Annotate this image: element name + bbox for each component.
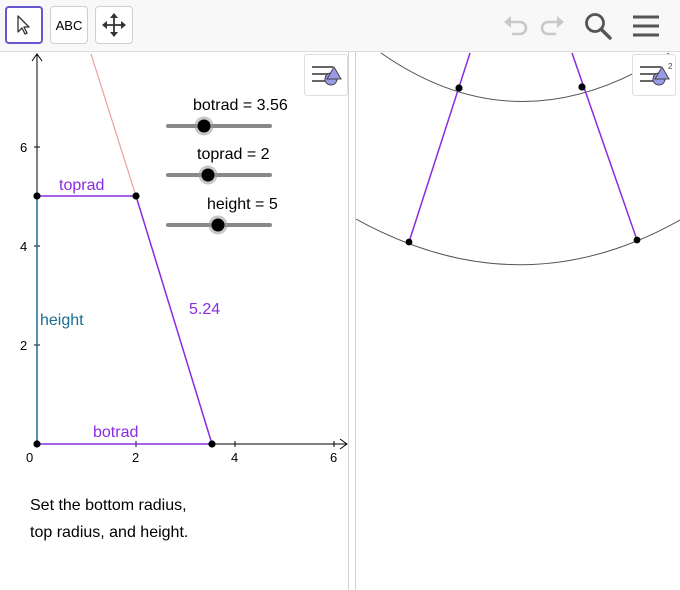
sector-edge-right[interactable] <box>571 52 638 241</box>
text-tool-label: ABC <box>55 17 83 33</box>
point-inner-right[interactable] <box>578 83 586 91</box>
inner-arc <box>380 52 670 102</box>
sector-edge-left[interactable] <box>408 52 471 243</box>
instructions-line-1: Set the bottom radius, <box>30 497 187 514</box>
graphics-view-right[interactable] <box>356 52 680 590</box>
x-tick-label-0: 0 <box>26 450 33 465</box>
botrad-label: botrad <box>93 424 138 441</box>
style-bar-toggle-right[interactable]: 2 <box>632 54 676 96</box>
point-top-right[interactable] <box>132 192 140 200</box>
slant-segment[interactable] <box>135 195 213 445</box>
extension-line <box>90 53 137 197</box>
toprad-slider-label: toprad = 2 <box>197 146 270 163</box>
slant-length-label: 5.24 <box>189 301 220 318</box>
instructions-text: Set the bottom radius, top radius, and h… <box>30 492 188 546</box>
search-icon[interactable] <box>582 10 614 42</box>
point-top-left[interactable] <box>33 192 41 200</box>
botrad-slider-label: botrad = 3.56 <box>193 97 288 114</box>
point-outer-right[interactable] <box>633 236 641 244</box>
undo-icon[interactable] <box>500 10 532 42</box>
move-graphics-tool-button[interactable] <box>95 6 133 44</box>
view-divider[interactable] <box>348 52 349 590</box>
cursor-arrow-icon <box>17 15 30 35</box>
redo-icon[interactable] <box>536 10 568 42</box>
hamburger-menu-icon[interactable] <box>630 10 662 42</box>
point-bottom-right[interactable] <box>208 440 216 448</box>
point-inner-left[interactable] <box>455 84 463 92</box>
x-tick-label-2: 2 <box>132 450 139 465</box>
y-tick-label-6: 6 <box>20 140 27 155</box>
height-slider-knob[interactable] <box>211 218 225 232</box>
toprad-label: toprad <box>59 177 104 194</box>
height-slider-label: height = 5 <box>207 196 278 213</box>
svg-text:2: 2 <box>668 62 673 71</box>
toolbar: ABC <box>0 0 680 52</box>
text-tool-button[interactable]: ABC <box>50 6 88 44</box>
y-tick-label-4: 4 <box>20 239 27 254</box>
move-arrows-icon <box>102 13 126 37</box>
botrad-slider-knob[interactable] <box>197 119 211 133</box>
graphics-style-icon: 2 <box>640 62 673 86</box>
y-tick-label-2: 2 <box>20 338 27 353</box>
point-origin[interactable] <box>33 440 41 448</box>
instructions-line-2: top radius, and height. <box>30 524 189 541</box>
point-outer-left[interactable] <box>405 238 413 246</box>
graphics-style-icon <box>312 66 342 86</box>
move-tool-button[interactable] <box>5 6 43 44</box>
style-bar-toggle-left[interactable] <box>304 54 348 96</box>
x-tick-label-4: 4 <box>231 450 238 465</box>
x-tick-label-6: 6 <box>330 450 337 465</box>
toprad-slider-knob[interactable] <box>201 168 215 182</box>
height-label: height <box>40 312 84 329</box>
